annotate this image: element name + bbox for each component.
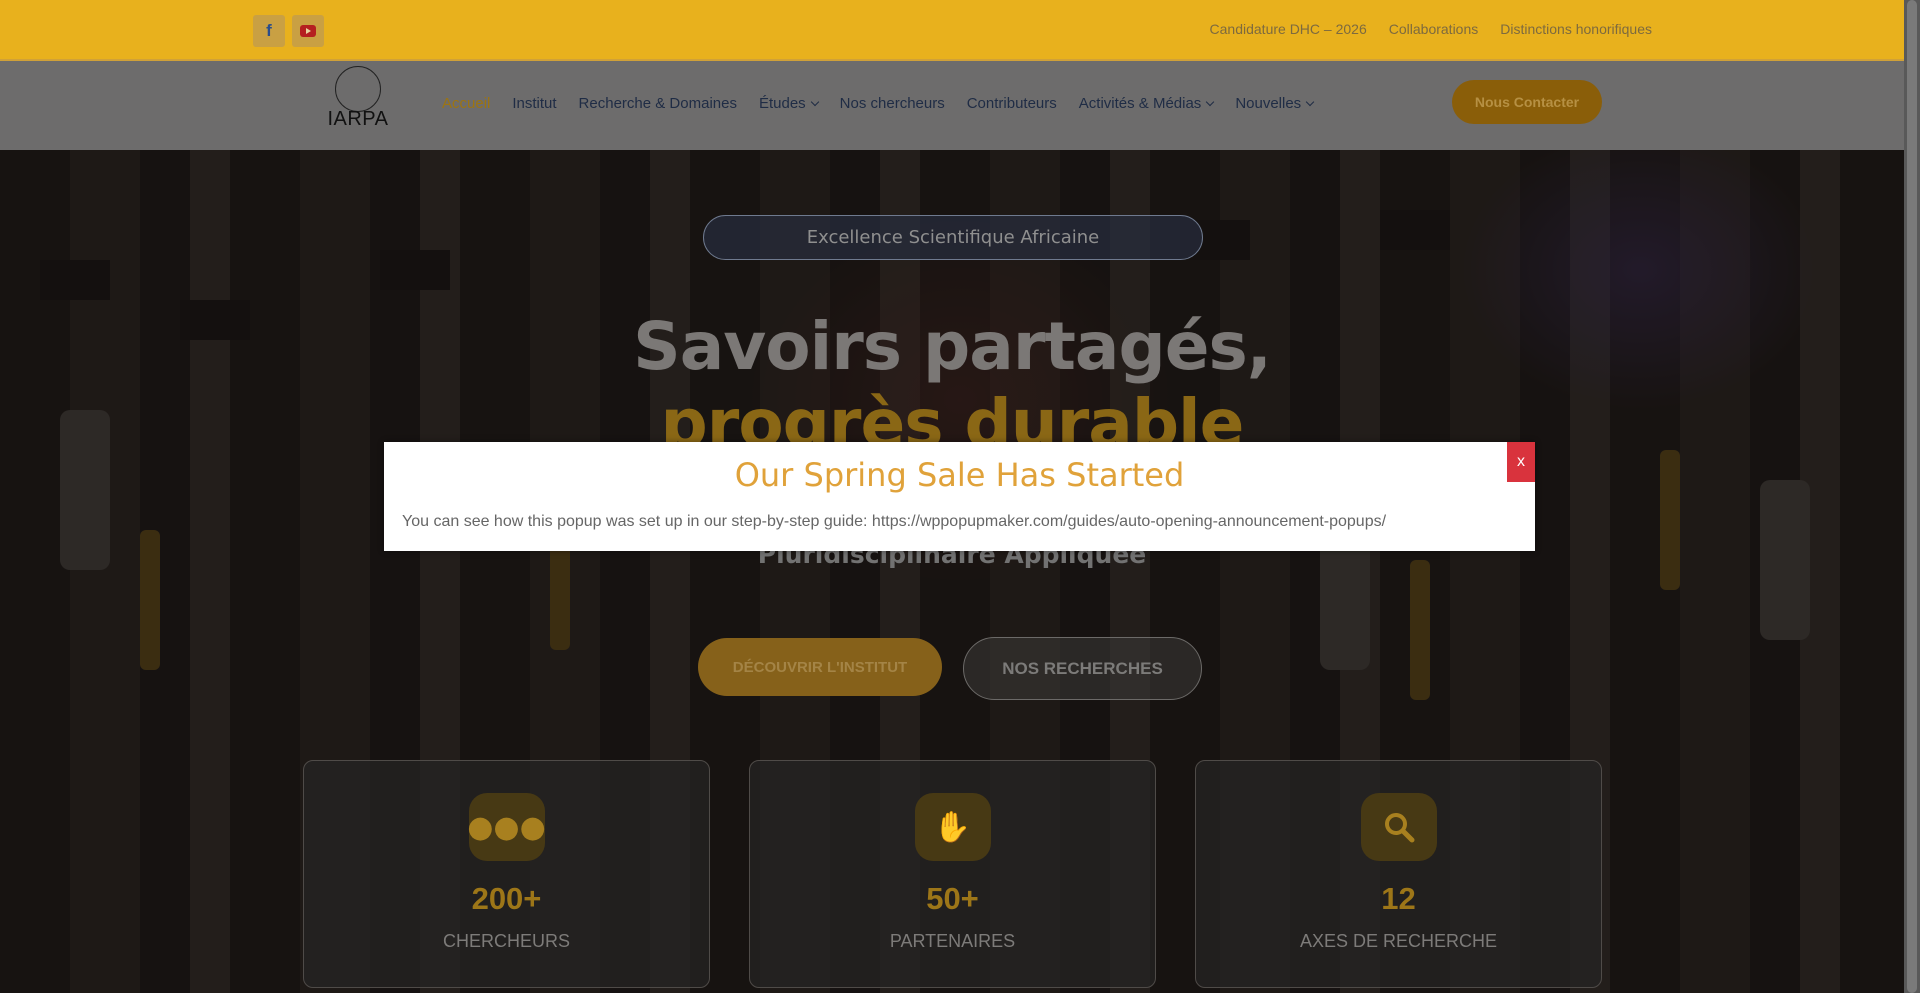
nav-item-accueil[interactable]: Accueil bbox=[442, 95, 490, 112]
nav-label: Accueil bbox=[442, 95, 491, 112]
popup-close-button[interactable]: x bbox=[1507, 442, 1535, 482]
nav-item-activites[interactable]: Activités & Médias bbox=[1078, 95, 1215, 112]
stat-card-axes: 12 AXES DE RECHERCHE bbox=[1195, 760, 1602, 988]
nav-item-contributeurs[interactable]: Contributeurs bbox=[967, 95, 1057, 112]
nav-label: Activités & Médias bbox=[1078, 95, 1202, 112]
chevron-down-icon bbox=[810, 97, 819, 106]
nav-item-chercheurs[interactable]: Nos chercheurs bbox=[840, 95, 945, 112]
popup-body: You can see how this popup was set up in… bbox=[402, 513, 1387, 530]
site-logo[interactable]: IARPA bbox=[318, 66, 398, 146]
logo-emblem bbox=[335, 66, 381, 112]
nav-label: Nouvelles bbox=[1235, 95, 1302, 112]
youtube-icon[interactable] bbox=[292, 15, 324, 47]
our-research-button[interactable]: NOS RECHERCHES bbox=[963, 637, 1202, 700]
logo-text: IARPA bbox=[327, 108, 389, 130]
stat-label: PARTENAIRES bbox=[889, 931, 1016, 951]
top-bar: f Candidature DHC – 2026 Collaborations … bbox=[0, 0, 1904, 59]
scrollbar[interactable] bbox=[1904, 0, 1920, 993]
contact-button[interactable]: Nous Contacter bbox=[1452, 80, 1602, 124]
hero-title-line1: Savoirs partagés, bbox=[633, 308, 1272, 385]
nav-label: Institut bbox=[512, 95, 557, 112]
nav-menu: Accueil Institut Recherche & Domaines Ét… bbox=[442, 95, 1315, 112]
top-links: Candidature DHC – 2026 Collaborations Di… bbox=[1210, 21, 1652, 37]
nav-item-recherche[interactable]: Recherche & Domaines bbox=[579, 95, 737, 112]
nav-label: Contributeurs bbox=[966, 95, 1057, 112]
handshake-icon: ✋ bbox=[914, 793, 991, 861]
stat-label: AXES DE RECHERCHE bbox=[1299, 931, 1498, 951]
stat-card-researchers: ●●● 200+ CHERCHEURS bbox=[303, 760, 710, 988]
nav-item-institut[interactable]: Institut bbox=[512, 95, 556, 112]
stat-card-partners: ✋ 50+ PARTENAIRES bbox=[749, 760, 1156, 988]
scrollbar-thumb[interactable] bbox=[1907, 0, 1917, 993]
main-nav: IARPA Accueil Institut Recherche & Domai… bbox=[0, 59, 1904, 150]
nav-label: Nos chercheurs bbox=[839, 95, 945, 112]
search-icon bbox=[1360, 793, 1437, 861]
chevron-down-icon bbox=[1206, 97, 1215, 106]
top-link-candidature[interactable]: Candidature DHC – 2026 bbox=[1210, 21, 1367, 37]
hero-badge: Excellence Scientifique Africaine bbox=[703, 215, 1203, 260]
stat-value: 12 bbox=[1381, 881, 1416, 916]
top-link-distinctions[interactable]: Distinctions honorifiques bbox=[1500, 21, 1652, 37]
facebook-icon[interactable]: f bbox=[253, 15, 285, 47]
stat-value: 200+ bbox=[471, 881, 542, 916]
discover-institute-button[interactable]: DÉCOUVRIR L'INSTITUT bbox=[698, 638, 942, 696]
users-icon: ●●● bbox=[467, 793, 546, 861]
nav-label: Études bbox=[758, 95, 806, 112]
popup-title: Our Spring Sale Has Started bbox=[734, 456, 1185, 494]
stat-label: CHERCHEURS bbox=[442, 931, 570, 951]
nav-label: Recherche & Domaines bbox=[578, 95, 737, 112]
nav-item-etudes[interactable]: Études bbox=[758, 95, 819, 112]
top-link-collaborations[interactable]: Collaborations bbox=[1389, 21, 1479, 37]
announcement-popup: Our Spring Sale Has Started You can see … bbox=[384, 442, 1535, 551]
chevron-down-icon bbox=[1305, 97, 1315, 106]
nav-item-nouvelles[interactable]: Nouvelles bbox=[1235, 95, 1315, 112]
stat-value: 50+ bbox=[926, 881, 979, 916]
